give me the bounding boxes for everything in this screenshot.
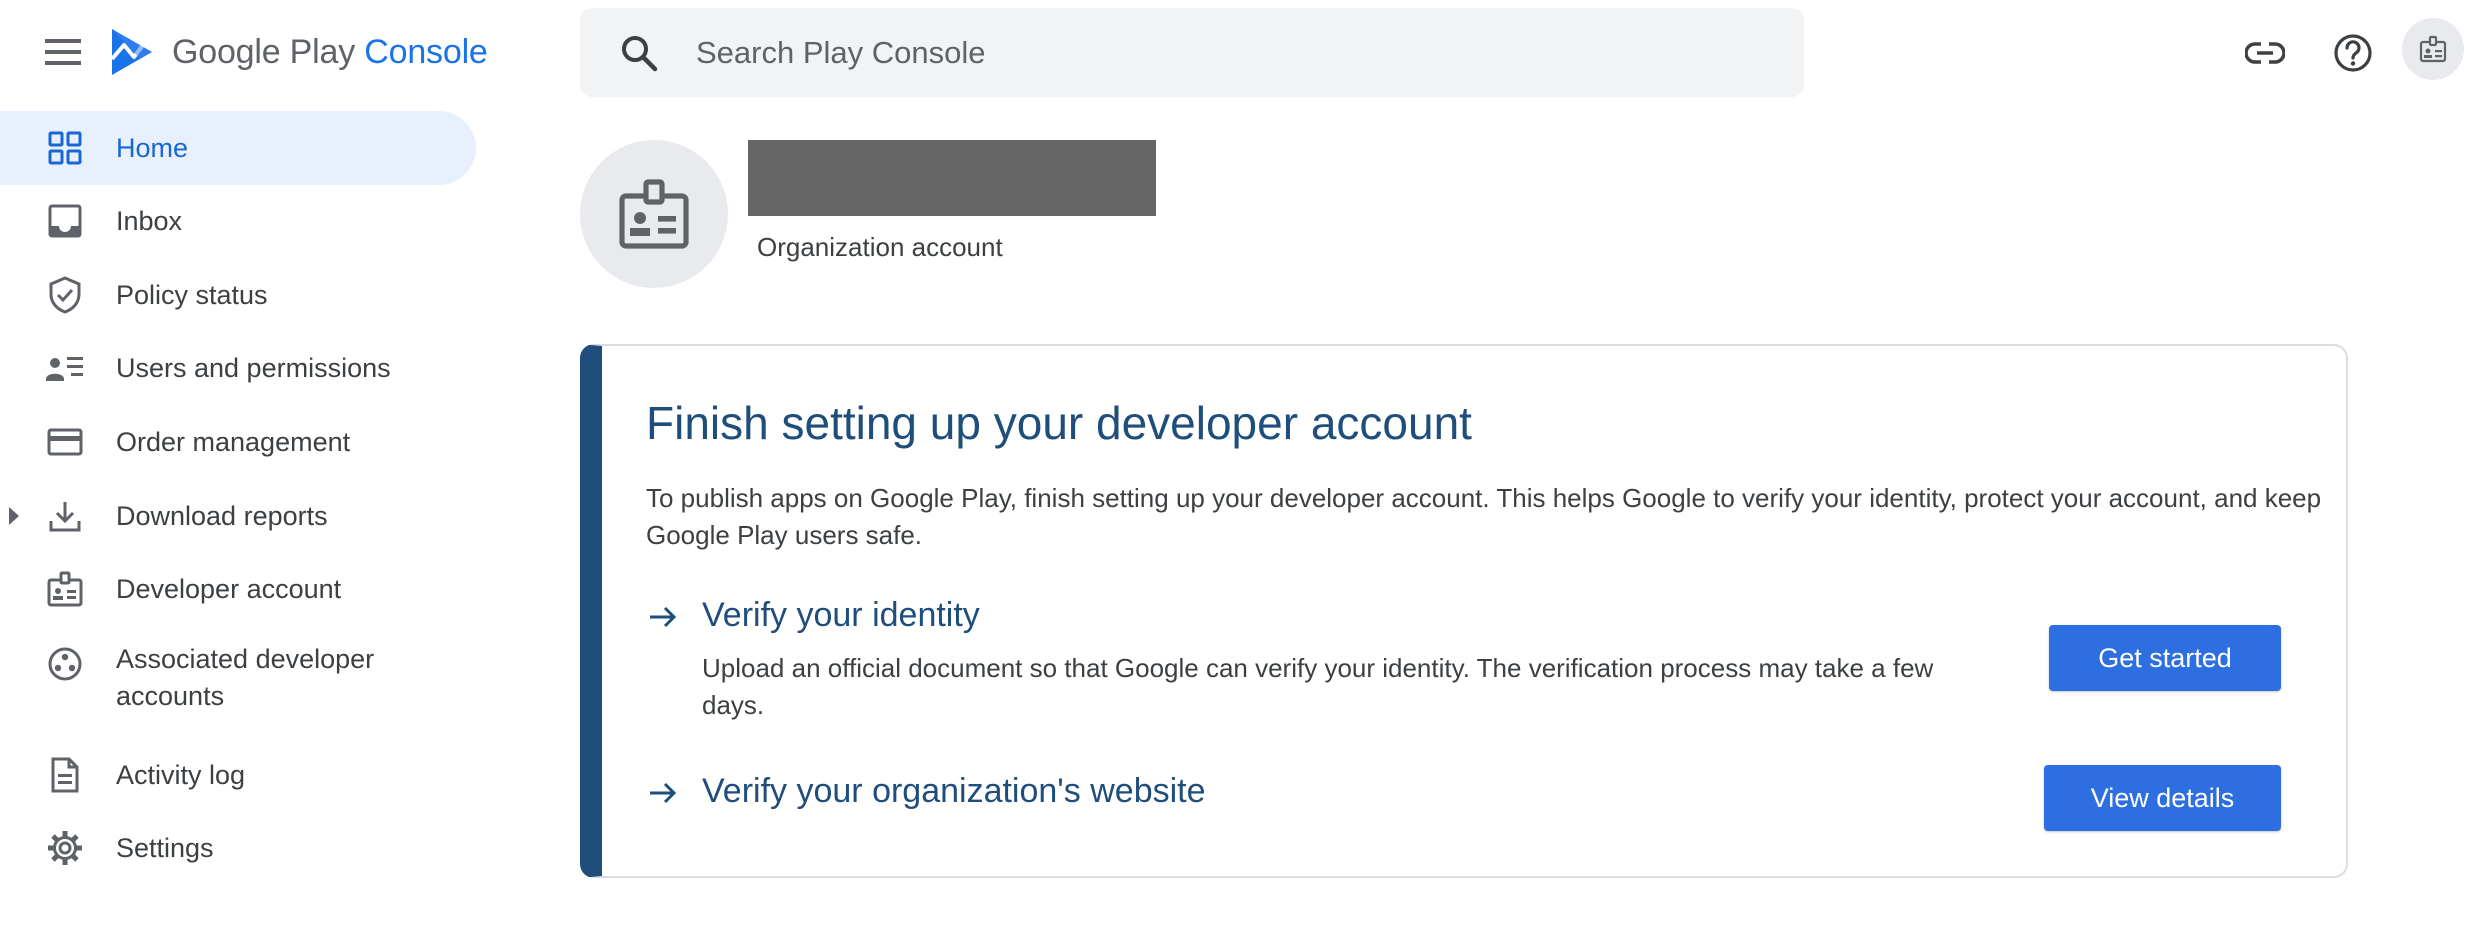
step-verify-identity-title: Verify your identity — [702, 596, 980, 634]
sidebar-item-settings[interactable]: Settings — [0, 811, 476, 885]
help-icon — [2333, 33, 2373, 73]
sidebar-item-inbox[interactable]: Inbox — [0, 184, 476, 258]
sidebar-item-label: Settings — [116, 832, 214, 863]
sidebar-item-label: Associated developer accounts — [116, 644, 375, 711]
play-console-logo-icon — [110, 27, 154, 77]
sidebar-item-label: Developer account — [116, 573, 342, 604]
help-button[interactable] — [2328, 28, 2378, 78]
step-verify-website-title: Verify your organization's website — [702, 772, 1206, 810]
dashboard-icon — [44, 127, 86, 169]
arrow-right-icon — [646, 600, 680, 634]
search-bar[interactable] — [580, 8, 1804, 97]
logo-text: Google Play Console — [172, 33, 488, 72]
redacted-developer-name — [748, 140, 1156, 216]
card-title: Finish setting up your developer account — [646, 397, 1472, 449]
sidebar-item-order-management[interactable]: Order management — [0, 405, 476, 479]
link-button[interactable] — [2240, 28, 2290, 78]
card-description: To publish apps on Google Play, finish s… — [646, 483, 2322, 550]
account-avatar-button[interactable] — [2402, 18, 2464, 80]
developer-avatar — [580, 140, 728, 288]
main-menu-button[interactable] — [38, 32, 88, 72]
sidebar-item-download-reports[interactable]: Download reports — [0, 479, 476, 553]
credit-card-icon — [44, 421, 86, 463]
account-type-label: Organization account — [757, 232, 1003, 262]
download-icon — [44, 495, 86, 537]
sidebar-item-policy-status[interactable]: Policy status — [0, 258, 476, 332]
setup-account-card: Finish setting up your developer account… — [580, 344, 2348, 878]
search-input[interactable] — [694, 33, 1698, 72]
badge-icon — [44, 568, 86, 610]
people-list-icon — [44, 347, 86, 389]
menu-icon — [45, 38, 81, 66]
step-verify-identity-description: Upload an official document so that Goog… — [702, 653, 1934, 720]
logo-google-play: Google Play — [172, 32, 365, 71]
link-icon — [2245, 42, 2285, 64]
gear-icon — [44, 827, 86, 869]
sidebar-item-label: Users and permissions — [116, 352, 391, 383]
badge-icon — [2418, 34, 2448, 64]
sidebar-item-label: Policy status — [116, 279, 268, 310]
view-details-button[interactable]: View details — [2044, 765, 2281, 831]
sidebar-item-home[interactable]: Home — [0, 111, 476, 185]
sidebar-item-activity-log[interactable]: Activity log — [0, 738, 476, 812]
sidebar-item-label: Home — [116, 132, 189, 163]
workspaces-icon — [44, 643, 86, 685]
shield-check-icon — [44, 274, 86, 316]
sidebar-item-label: Download reports — [116, 500, 328, 531]
logo-console: Console — [364, 32, 488, 71]
badge-icon — [618, 178, 690, 250]
sidebar-item-associated-developer-accounts[interactable]: Associated developer accounts — [0, 627, 476, 737]
sidebar-item-label: Order management — [116, 426, 351, 457]
sidebar-item-label: Activity log — [116, 759, 246, 790]
sidebar-item-users-and-permissions[interactable]: Users and permissions — [0, 331, 476, 405]
get-started-button[interactable]: Get started — [2049, 625, 2281, 691]
expand-arrow-icon[interactable] — [6, 504, 22, 528]
search-icon — [620, 34, 658, 72]
inbox-icon — [44, 200, 86, 242]
sidebar-item-label: Inbox — [116, 205, 183, 236]
sidebar-item-developer-account[interactable]: Developer account — [0, 552, 476, 626]
play-console-logo[interactable]: Google Play Console — [110, 24, 488, 80]
arrow-right-icon — [646, 776, 680, 810]
document-icon — [44, 754, 86, 796]
